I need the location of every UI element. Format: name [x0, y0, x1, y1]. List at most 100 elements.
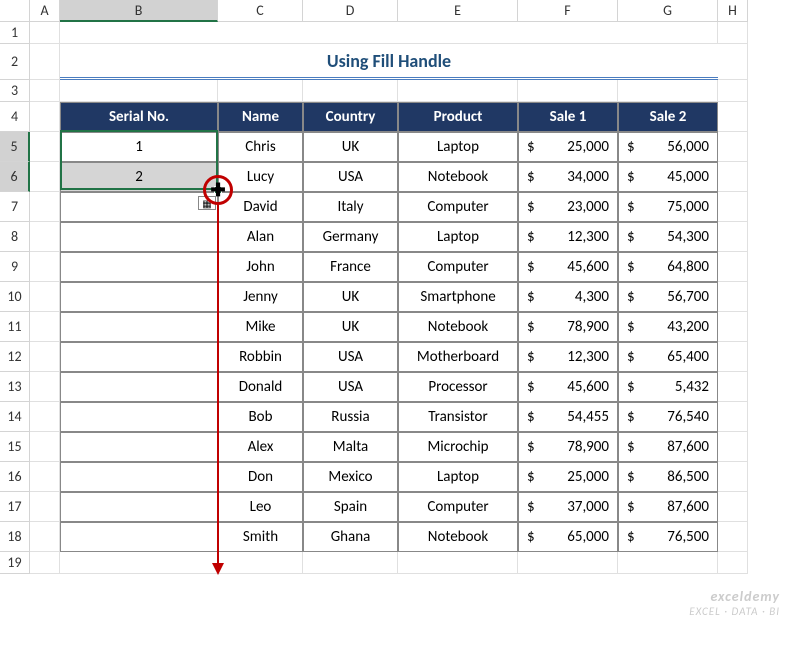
row-header-1[interactable]: 1: [0, 22, 30, 44]
cell-country-18[interactable]: Ghana: [303, 522, 398, 552]
cell-H7[interactable]: [718, 192, 748, 222]
cell-A6[interactable]: [30, 162, 60, 192]
cell-serial-13[interactable]: [60, 372, 218, 402]
row-header-17[interactable]: 17: [0, 492, 30, 522]
cell-product-14[interactable]: Transistor: [398, 402, 518, 432]
cell-sale1-12[interactable]: $12,300: [518, 342, 618, 372]
row-header-9[interactable]: 9: [0, 252, 30, 282]
cell-r19c2[interactable]: [60, 552, 218, 574]
cell-r19c7[interactable]: [618, 552, 718, 574]
th-product[interactable]: Product: [398, 102, 518, 132]
cell-country-10[interactable]: UK: [303, 282, 398, 312]
cell-country-16[interactable]: Mexico: [303, 462, 398, 492]
row-header-13[interactable]: 13: [0, 372, 30, 402]
cell-name-10[interactable]: Jenny: [218, 282, 303, 312]
cell-product-9[interactable]: Computer: [398, 252, 518, 282]
col-header-F[interactable]: F: [518, 0, 618, 22]
cell-product-13[interactable]: Processor: [398, 372, 518, 402]
cell-sale2-16[interactable]: $86,500: [618, 462, 718, 492]
cell-name-12[interactable]: Robbin: [218, 342, 303, 372]
cell-A12[interactable]: [30, 342, 60, 372]
cell-r19c5[interactable]: [398, 552, 518, 574]
cell-H15[interactable]: [718, 432, 748, 462]
col-header-H[interactable]: H: [718, 0, 748, 22]
cell-sale1-7[interactable]: $23,000: [518, 192, 618, 222]
cell-sale1-5[interactable]: $25,000: [518, 132, 618, 162]
cell-sale1-18[interactable]: $65,000: [518, 522, 618, 552]
col-header-A[interactable]: A: [30, 0, 60, 22]
row-header-4[interactable]: 4: [0, 102, 30, 132]
cell-country-9[interactable]: France: [303, 252, 398, 282]
cell-H13[interactable]: [718, 372, 748, 402]
col-header-G[interactable]: G: [618, 0, 718, 22]
cell-country-7[interactable]: Italy: [303, 192, 398, 222]
cell-sale2-6[interactable]: $45,000: [618, 162, 718, 192]
cell-name-9[interactable]: John: [218, 252, 303, 282]
cell-H8[interactable]: [718, 222, 748, 252]
cell-A14[interactable]: [30, 402, 60, 432]
col-header-D[interactable]: D: [303, 0, 398, 22]
cell-A5[interactable]: [30, 132, 60, 162]
cell-name-8[interactable]: Alan: [218, 222, 303, 252]
cell-A10[interactable]: [30, 282, 60, 312]
cell-serial-11[interactable]: [60, 312, 218, 342]
cell-country-14[interactable]: Russia: [303, 402, 398, 432]
cell-product-5[interactable]: Laptop: [398, 132, 518, 162]
cell-H5[interactable]: [718, 132, 748, 162]
cell-A8[interactable]: [30, 222, 60, 252]
th-sale2[interactable]: Sale 2: [618, 102, 718, 132]
cell-r19c8[interactable]: [718, 552, 748, 574]
cell-H4[interactable]: [718, 102, 748, 132]
cell-sale2-13[interactable]: $5,432: [618, 372, 718, 402]
cell-A18[interactable]: [30, 522, 60, 552]
cell-serial-18[interactable]: [60, 522, 218, 552]
cell-r19c3[interactable]: [218, 552, 303, 574]
cell-sale2-18[interactable]: $76,500: [618, 522, 718, 552]
select-all-corner[interactable]: [0, 0, 30, 22]
cell-name-7[interactable]: David: [218, 192, 303, 222]
row-header-5[interactable]: 5: [0, 132, 30, 162]
cell-H2[interactable]: [718, 44, 748, 80]
autofill-options-icon[interactable]: ▦: [198, 196, 216, 210]
cell-serial-8[interactable]: [60, 222, 218, 252]
cell-country-13[interactable]: USA: [303, 372, 398, 402]
cell-r19c6[interactable]: [518, 552, 618, 574]
cell-H12[interactable]: [718, 342, 748, 372]
cell-r3c6[interactable]: [518, 80, 618, 102]
cell-sale2-12[interactable]: $65,400: [618, 342, 718, 372]
row-header-11[interactable]: 11: [0, 312, 30, 342]
cell-sale1-6[interactable]: $34,000: [518, 162, 618, 192]
cell-sale2-9[interactable]: $64,800: [618, 252, 718, 282]
cell-product-16[interactable]: Laptop: [398, 462, 518, 492]
cell-sale2-15[interactable]: $87,600: [618, 432, 718, 462]
cell-A9[interactable]: [30, 252, 60, 282]
cell-A16[interactable]: [30, 462, 60, 492]
cell-sale1-10[interactable]: $4,300: [518, 282, 618, 312]
cell-name-14[interactable]: Bob: [218, 402, 303, 432]
cell-A15[interactable]: [30, 432, 60, 462]
cell-H11[interactable]: [718, 312, 748, 342]
row-header-15[interactable]: 15: [0, 432, 30, 462]
cell-A1[interactable]: [30, 22, 60, 44]
cell-serial-7[interactable]: [60, 192, 218, 222]
cell-sale1-14[interactable]: $54,455: [518, 402, 618, 432]
cell-serial-9[interactable]: [60, 252, 218, 282]
cell-serial-15[interactable]: [60, 432, 218, 462]
cell-r3c7[interactable]: [618, 80, 718, 102]
cell-serial-14[interactable]: [60, 402, 218, 432]
cell-r3c1[interactable]: [30, 80, 60, 102]
cell-product-15[interactable]: Microchip: [398, 432, 518, 462]
th-sale1[interactable]: Sale 1: [518, 102, 618, 132]
cell-name-15[interactable]: Alex: [218, 432, 303, 462]
cell-product-6[interactable]: Notebook: [398, 162, 518, 192]
cell-serial-17[interactable]: [60, 492, 218, 522]
cell-name-18[interactable]: Smith: [218, 522, 303, 552]
cell-serial-12[interactable]: [60, 342, 218, 372]
spreadsheet-grid[interactable]: ABCDEFGH12Using Fill Handle34Serial No.N…: [0, 0, 800, 574]
row-header-16[interactable]: 16: [0, 462, 30, 492]
cell-A17[interactable]: [30, 492, 60, 522]
cell-product-18[interactable]: Notebook: [398, 522, 518, 552]
cell-name-13[interactable]: Donald: [218, 372, 303, 402]
cell-A7[interactable]: [30, 192, 60, 222]
cell-H16[interactable]: [718, 462, 748, 492]
